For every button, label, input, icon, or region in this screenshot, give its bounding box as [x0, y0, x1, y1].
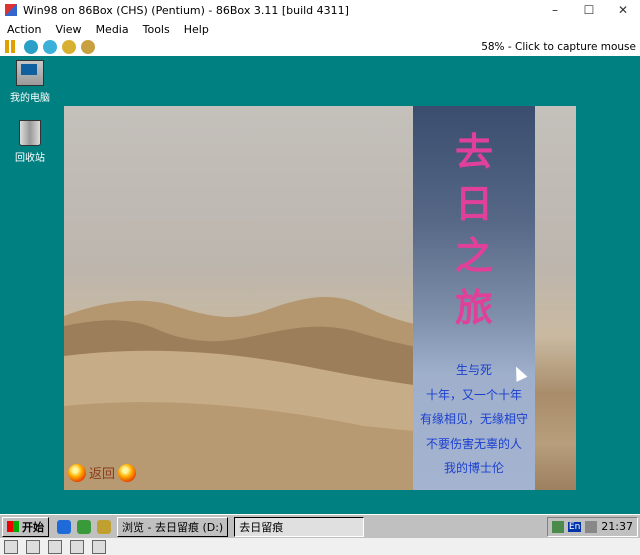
start-button[interactable]: 开始: [2, 516, 49, 537]
poem-link[interactable]: 我的博士伦: [413, 456, 535, 481]
poem-link[interactable]: 有缘相见，无缘相守: [413, 407, 535, 432]
clock[interactable]: 21:37: [601, 520, 633, 533]
floppy-drive-icon[interactable]: [4, 539, 18, 554]
host-toolbar: 58% - Click to capture mouse: [0, 38, 640, 56]
poem-link[interactable]: 不要伤害无辜的人: [413, 432, 535, 457]
start-label: 开始: [22, 520, 44, 534]
volume-icon[interactable]: [585, 520, 598, 533]
pause-icon[interactable]: [5, 40, 19, 54]
task-button-explorer[interactable]: 浏览 - 去日留痕 (D:): [117, 516, 229, 537]
capture-mouse-status: 58% - Click to capture mouse: [481, 41, 636, 53]
system-tray: En 21:37: [546, 516, 638, 537]
quick-launch: [57, 519, 111, 534]
task-button-app[interactable]: 去日留痕: [234, 516, 365, 537]
title-char: 之: [454, 233, 493, 278]
menu-tools[interactable]: Tools: [136, 23, 177, 36]
ctrl-alt-del-icon[interactable]: [43, 40, 57, 54]
close-button[interactable]: ✕: [606, 0, 640, 20]
orb-icon: [118, 463, 137, 482]
back-label: 返回: [89, 467, 116, 482]
desktop-icon-my-computer[interactable]: 我的电脑: [0, 60, 60, 104]
menu-media[interactable]: Media: [89, 23, 136, 36]
title-char: 日: [454, 181, 493, 226]
sound-icon[interactable]: [92, 539, 106, 554]
ie-icon[interactable]: [57, 519, 71, 534]
multimedia-app-window: 去 日 之 旅 生与死 十年，又一个十年 有缘相见，无缘相守 不要伤害无辜的人 …: [64, 106, 576, 490]
network-card-icon[interactable]: [70, 539, 84, 554]
task-label: 去日留痕: [239, 520, 284, 534]
minimize-button[interactable]: –: [538, 0, 572, 20]
settings-icon[interactable]: [81, 40, 95, 54]
menu-view[interactable]: View: [48, 23, 88, 36]
host-window-title: Win98 on 86Box (CHS) (Pentium) - 86Box 3…: [23, 3, 349, 17]
title-char: 去: [454, 129, 493, 174]
back-button[interactable]: 返回: [68, 463, 137, 482]
hard-disk-icon[interactable]: [48, 539, 62, 554]
desktop-icon-label: 回收站: [15, 153, 45, 164]
channels-icon[interactable]: [97, 519, 111, 534]
desktop-icon-label: 我的电脑: [10, 93, 50, 104]
menu-action[interactable]: Action: [0, 23, 48, 36]
host-title-bar: Win98 on 86Box (CHS) (Pentium) - 86Box 3…: [0, 0, 640, 20]
ctrl-alt-esc-icon[interactable]: [62, 40, 76, 54]
host-menu-bar: Action View Media Tools Help: [0, 20, 640, 38]
outlook-icon[interactable]: [77, 519, 91, 534]
windows-flag-icon: [7, 521, 19, 532]
86box-app-icon: [5, 4, 17, 16]
input-language-indicator[interactable]: En: [567, 521, 582, 532]
menu-help[interactable]: Help: [177, 23, 216, 36]
network-icon[interactable]: [551, 520, 564, 533]
taskbar: 开始 浏览 - 去日留痕 (D:) 去日留痕 En 21:37: [0, 514, 640, 538]
task-label: 浏览 - 去日留痕 (D:): [122, 520, 224, 534]
vertical-title: 去 日 之 旅: [413, 126, 535, 334]
orb-icon: [68, 463, 86, 482]
host-status-bar: [0, 538, 640, 555]
cdrom-drive-icon[interactable]: [26, 539, 40, 554]
win98-desktop: 我的电脑 回收站 去 日 之 旅 生与死 十年，又一个十年 有缘相见，无缘相守 …: [0, 56, 640, 514]
desktop-icon-recycle-bin[interactable]: 回收站: [0, 120, 60, 164]
title-char: 旅: [454, 285, 493, 330]
reset-icon[interactable]: [24, 40, 38, 54]
my-computer-icon: [16, 60, 44, 86]
poem-link[interactable]: 十年，又一个十年: [413, 383, 535, 408]
maximize-button[interactable]: ☐: [572, 0, 606, 20]
recycle-bin-icon: [19, 120, 41, 146]
title-panel: 去 日 之 旅 生与死 十年，又一个十年 有缘相见，无缘相守 不要伤害无辜的人 …: [413, 106, 535, 490]
